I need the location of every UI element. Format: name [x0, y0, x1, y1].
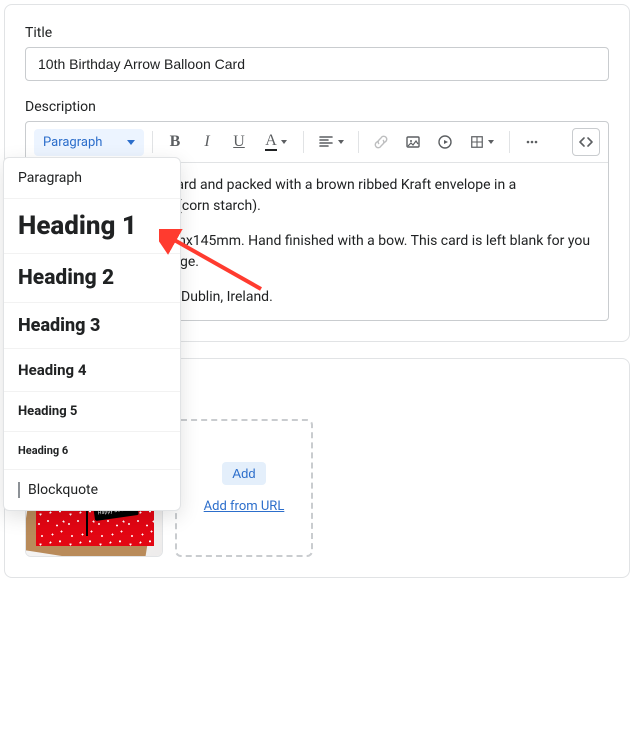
toolbar-divider [303, 131, 304, 153]
text-color-button[interactable]: A [257, 128, 295, 156]
dropdown-item-heading4[interactable]: Heading 4 [4, 349, 180, 392]
balloon-string-graphic [86, 508, 88, 536]
dropdown-item-heading6[interactable]: Heading 6 [4, 432, 180, 470]
italic-button[interactable]: I [193, 128, 221, 156]
code-icon [578, 134, 594, 150]
dropdown-item-heading2[interactable]: Heading 2 [4, 254, 180, 303]
video-button[interactable] [431, 128, 459, 156]
chevron-down-icon [281, 140, 287, 144]
toolbar-divider [152, 131, 153, 153]
play-icon [437, 134, 453, 150]
html-view-button[interactable] [572, 128, 600, 156]
dropdown-item-heading5[interactable]: Heading 5 [4, 392, 180, 432]
dropdown-item-paragraph[interactable]: Paragraph [4, 158, 180, 199]
title-input[interactable] [25, 47, 609, 81]
paragraph-style-select[interactable]: Paragraph [34, 129, 144, 156]
add-media-button[interactable]: Add [222, 462, 265, 485]
link-icon [373, 134, 389, 150]
bold-button[interactable]: B [161, 128, 189, 156]
chevron-down-icon [488, 140, 494, 144]
chevron-down-icon [338, 140, 344, 144]
table-icon [470, 135, 484, 149]
align-button[interactable] [312, 128, 350, 156]
media-dropzone[interactable]: Add Add from URL [175, 419, 313, 557]
dropdown-item-blockquote[interactable]: Blockquote [4, 470, 180, 510]
title-label: Title [25, 25, 609, 41]
table-button[interactable] [463, 128, 501, 156]
product-card: Title Description Paragraph B I U A [4, 4, 630, 342]
ellipsis-icon [524, 134, 540, 150]
description-label: Description [25, 99, 609, 115]
link-button[interactable] [367, 128, 395, 156]
more-button[interactable] [518, 128, 546, 156]
toolbar-divider [358, 131, 359, 153]
image-button[interactable] [399, 128, 427, 156]
paragraph-style-dropdown: Paragraph Heading 1 Heading 2 Heading 3 … [3, 157, 181, 511]
paragraph-style-selected: Paragraph [43, 135, 102, 150]
dropdown-item-heading1[interactable]: Heading 1 [4, 199, 180, 254]
image-icon [405, 134, 421, 150]
chevron-down-icon [127, 140, 135, 145]
toolbar-divider [509, 131, 510, 153]
dropdown-item-heading3[interactable]: Heading 3 [4, 303, 180, 349]
underline-button[interactable]: U [225, 128, 253, 156]
align-left-icon [318, 134, 334, 150]
add-from-url-link[interactable]: Add from URL [204, 499, 285, 514]
